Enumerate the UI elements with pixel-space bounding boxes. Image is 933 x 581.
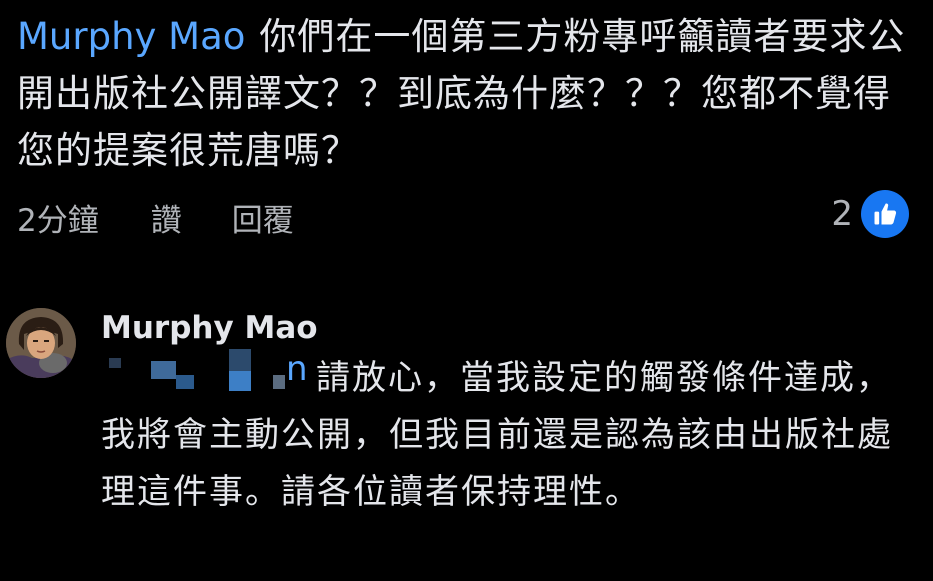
comment-body: Murphy Mao 你們在一個第三方粉專呼籲讀者要求公開出版社公開譯文？？到底為… <box>17 8 917 179</box>
thumbs-up-icon <box>861 190 909 238</box>
reaction-summary[interactable]: 2 <box>831 189 909 239</box>
comment-thread: Murphy Mao 你們在一個第三方粉專呼籲讀者要求公開出版社公開譯文？？到底為… <box>0 0 933 581</box>
redacted-mention: n <box>101 349 316 395</box>
reply-body: n 請放心，當我設定的觸發條件達成，我將會主動公開，但我目前還是認為該由出版社處理… <box>101 349 921 521</box>
comment-actions: 2分鐘 讚 回覆 <box>17 195 294 239</box>
avatar[interactable] <box>6 308 76 378</box>
mention-link[interactable]: Murphy Mao <box>17 15 245 58</box>
like-button[interactable]: 讚 <box>151 195 182 240</box>
comment-timestamp[interactable]: 2分鐘 <box>17 195 99 240</box>
reply-button[interactable]: 回覆 <box>232 195 294 240</box>
reaction-count: 2 <box>831 194 853 234</box>
